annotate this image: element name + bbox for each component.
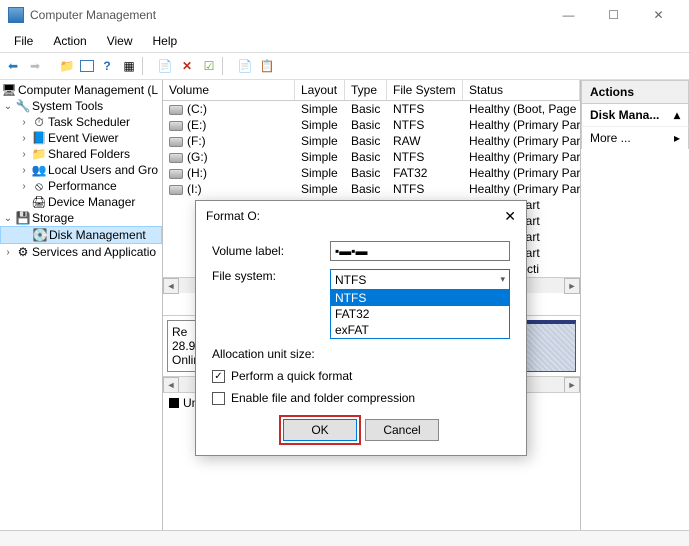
chevron-right-icon: ▸ <box>674 131 680 145</box>
tree-device-manager[interactable]: 🖨Device Manager <box>0 194 162 210</box>
swatch-unallocated <box>169 398 179 408</box>
flag-icon[interactable]: 📄 <box>156 57 174 75</box>
format-dialog: Format O: ✕ Volume label: File system: N… <box>195 200 527 456</box>
tree-performance[interactable]: ›⦸Performance <box>0 178 162 194</box>
maximize-button[interactable]: ☐ <box>591 1 636 29</box>
menubar: File Action View Help <box>0 30 689 52</box>
help-icon[interactable]: ? <box>98 57 116 75</box>
table-row[interactable]: (H:)SimpleBasicFAT32Healthy (Primary Par… <box>163 165 580 181</box>
actions-pane: Actions Disk Mana...▴ More ...▸ <box>581 80 689 530</box>
actions-header: Actions <box>581 80 689 104</box>
volume-header: Volume Layout Type File System Status <box>163 80 580 101</box>
statusbar <box>0 530 689 546</box>
minimize-button[interactable]: — <box>546 1 591 29</box>
compression-checkbox[interactable] <box>212 392 225 405</box>
new-icon[interactable]: 📄 <box>236 57 254 75</box>
back-icon[interactable]: ⬅ <box>4 57 22 75</box>
volume-rows: (C:)SimpleBasicNTFSHealthy (Boot, Page F… <box>163 101 580 197</box>
cancel-button[interactable]: Cancel <box>365 419 439 441</box>
panel-icon[interactable] <box>80 60 94 72</box>
nav-tree: 🖥Computer Management (L ⌄🔧System Tools ›… <box>0 80 163 530</box>
table-row[interactable]: (G:)SimpleBasicNTFSHealthy (Primary Part <box>163 149 580 165</box>
fs-option-exfat[interactable]: exFAT <box>331 322 509 338</box>
tree-disk-management[interactable]: 💽Disk Management <box>0 226 162 244</box>
volume-label-label: Volume label: <box>212 244 330 258</box>
col-type[interactable]: Type <box>345 80 387 100</box>
props-icon[interactable]: 📋 <box>258 57 276 75</box>
folder-icon[interactable]: 📁 <box>58 57 76 75</box>
filesystem-label: File system: <box>212 269 330 283</box>
tree-event-viewer[interactable]: ›📘Event Viewer <box>0 130 162 146</box>
col-status[interactable]: Status <box>463 80 580 100</box>
col-volume[interactable]: Volume <box>163 80 295 100</box>
window-title: Computer Management <box>30 8 546 22</box>
col-filesystem[interactable]: File System <box>387 80 463 100</box>
quick-format-label: Perform a quick format <box>231 369 352 383</box>
action-more[interactable]: More ...▸ <box>581 127 689 149</box>
tree-shared-folders[interactable]: ›📁Shared Folders <box>0 146 162 162</box>
menu-help[interactable]: Help <box>143 32 188 50</box>
table-row[interactable]: (I:)SimpleBasicNTFSHealthy (Primary Part <box>163 181 580 197</box>
compression-label: Enable file and folder compression <box>231 391 415 405</box>
allocation-label: Allocation unit size: <box>212 347 330 361</box>
tree-storage[interactable]: ⌄💾Storage <box>0 210 162 226</box>
menu-action[interactable]: Action <box>43 32 96 50</box>
tree-local-users[interactable]: ›👥Local Users and Gro <box>0 162 162 178</box>
scroll-left-icon[interactable]: ◄ <box>163 377 179 393</box>
toolbar: ⬅ ➡ 📁 ? ▦ 📄 ✕ ☑ 📄 📋 <box>0 52 689 80</box>
tree-services[interactable]: ›⚙Services and Applicatio <box>0 244 162 260</box>
tree-task-scheduler[interactable]: ›⏱Task Scheduler <box>0 114 162 130</box>
menu-file[interactable]: File <box>4 32 43 50</box>
filesystem-combo[interactable]: NTFS ▾ NTFS FAT32 exFAT <box>330 269 510 339</box>
filesystem-dropdown: NTFS FAT32 exFAT <box>330 289 510 339</box>
close-button[interactable]: ✕ <box>636 1 681 29</box>
collapse-icon: ▴ <box>674 108 680 122</box>
table-row[interactable]: (C:)SimpleBasicNTFSHealthy (Boot, Page F <box>163 101 580 117</box>
tree-system-tools[interactable]: ⌄🔧System Tools <box>0 98 162 114</box>
action-disk-management[interactable]: Disk Mana...▴ <box>581 104 689 127</box>
table-row[interactable]: (E:)SimpleBasicNTFSHealthy (Primary Part <box>163 117 580 133</box>
scroll-right-icon[interactable]: ► <box>564 278 580 294</box>
quick-format-checkbox[interactable]: ✓ <box>212 370 225 383</box>
app-icon <box>8 7 24 23</box>
filesystem-selected: NTFS <box>335 273 366 287</box>
titlebar: Computer Management — ☐ ✕ <box>0 0 689 30</box>
col-layout[interactable]: Layout <box>295 80 345 100</box>
tree-root[interactable]: 🖥Computer Management (L <box>0 82 162 98</box>
fs-option-ntfs[interactable]: NTFS <box>331 290 509 306</box>
table-row[interactable]: (F:)SimpleBasicRAWHealthy (Primary Part <box>163 133 580 149</box>
scroll-left-icon[interactable]: ◄ <box>163 278 179 294</box>
forward-icon[interactable]: ➡ <box>26 57 44 75</box>
delete-icon[interactable]: ✕ <box>178 57 196 75</box>
fs-option-fat32[interactable]: FAT32 <box>331 306 509 322</box>
volume-label-input[interactable] <box>330 241 510 261</box>
grid-icon[interactable]: ▦ <box>120 57 138 75</box>
dialog-title: Format O: <box>206 209 260 223</box>
dialog-titlebar: Format O: ✕ <box>196 201 526 231</box>
ok-button[interactable]: OK <box>283 419 357 441</box>
scroll-right-icon[interactable]: ► <box>564 377 580 393</box>
check-icon[interactable]: ☑ <box>200 57 218 75</box>
menu-view[interactable]: View <box>97 32 143 50</box>
dialog-close-icon[interactable]: ✕ <box>504 208 516 225</box>
chevron-down-icon: ▾ <box>500 274 505 285</box>
